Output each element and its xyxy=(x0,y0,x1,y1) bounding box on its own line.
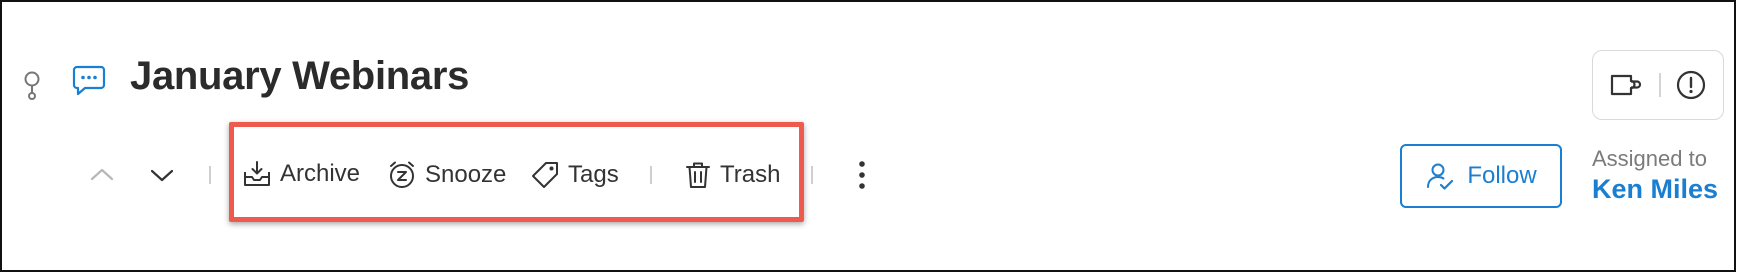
chevron-up-icon[interactable] xyxy=(90,167,114,181)
divider xyxy=(209,166,211,184)
puzzle-icon[interactable] xyxy=(1609,71,1645,99)
assigned-to-label: Assigned to xyxy=(1592,146,1707,171)
highlight-box xyxy=(229,122,804,222)
chevron-down-icon[interactable] xyxy=(150,168,174,182)
user-check-icon xyxy=(1425,161,1455,191)
follow-label: Follow xyxy=(1467,162,1537,189)
conversation-header: January Webinars Archive Snooze Tags Tra… xyxy=(0,0,1736,272)
chat-bubble-icon xyxy=(72,64,106,96)
pin-icon[interactable] xyxy=(20,70,44,104)
header-icon-group xyxy=(1592,50,1724,120)
divider xyxy=(811,166,813,184)
assignee-link[interactable]: Ken Miles xyxy=(1592,174,1718,205)
divider xyxy=(1659,73,1661,97)
more-vertical-icon[interactable] xyxy=(857,160,867,190)
page-title: January Webinars xyxy=(130,54,470,98)
follow-button[interactable]: Follow xyxy=(1400,144,1562,208)
alert-circle-icon[interactable] xyxy=(1675,69,1707,101)
